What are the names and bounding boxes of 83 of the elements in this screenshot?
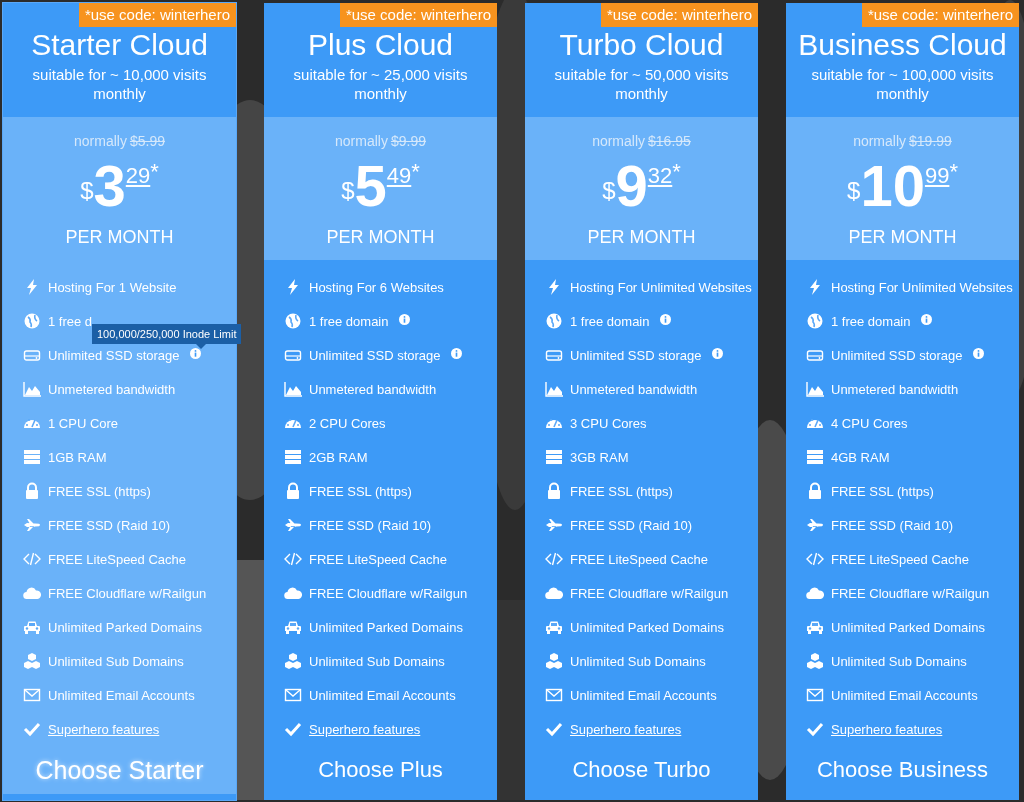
feature-text: Unlimited Parked Domains bbox=[831, 619, 985, 635]
feature-text: Unlimited Email Accounts bbox=[570, 687, 717, 703]
period-label: PER MONTH bbox=[326, 227, 435, 249]
feature-text: FREE Cloudflare w/Railgun bbox=[309, 585, 468, 601]
plan-subtitle: suitable for ~ 25,000 visits monthly bbox=[292, 65, 469, 103]
feature-text: Unlimited Email Accounts bbox=[48, 687, 195, 703]
choose-button[interactable]: Choose Plus bbox=[314, 755, 447, 786]
feature-text: Unmetered bandwidth bbox=[309, 381, 437, 397]
feature-text: FREE LiteSpeed Cache bbox=[831, 551, 970, 567]
plan-title: Business Cloud bbox=[798, 28, 1007, 62]
feature-text: Unlimited SSD storage bbox=[48, 347, 180, 363]
period-label: PER MONTH bbox=[65, 227, 174, 249]
features-link[interactable]: Superhero features bbox=[309, 721, 421, 737]
feature-text: 1 free d bbox=[48, 313, 93, 329]
old-price: $5.99 bbox=[129, 133, 165, 150]
feature-text: Unlimited Parked Domains bbox=[48, 619, 202, 635]
feature-text: Hosting For Unlimited Websites bbox=[570, 279, 752, 295]
feature-text: Unlimited Sub Domains bbox=[48, 653, 184, 669]
feature-text: 1 free domain bbox=[831, 313, 911, 329]
feature-text: Unlimited Parked Domains bbox=[570, 619, 724, 635]
plan-title: Plus Cloud bbox=[307, 28, 454, 62]
feature-text: Hosting For Unlimited Websites bbox=[831, 279, 1013, 295]
feature-text: Unlimited Email Accounts bbox=[309, 687, 456, 703]
feature-text: 1 CPU Core bbox=[48, 415, 119, 431]
feature-text: FREE LiteSpeed Cache bbox=[570, 551, 709, 567]
normally-label: normally bbox=[592, 133, 646, 150]
feature-text: FREE Cloudflare w/Railgun bbox=[570, 585, 729, 601]
feature-text: Unlimited Email Accounts bbox=[831, 687, 978, 703]
old-price: $9.99 bbox=[390, 133, 426, 150]
feature-text: 1 free domain bbox=[309, 313, 389, 329]
choose-button[interactable]: Choose Turbo bbox=[568, 755, 715, 786]
feature-text: Unlimited Sub Domains bbox=[570, 653, 706, 669]
feature-text: Hosting For 1 Website bbox=[48, 279, 177, 295]
feature-text: FREE SSD (Raid 10) bbox=[570, 517, 693, 533]
feature-text: FREE SSL (https) bbox=[831, 483, 934, 499]
feature-text: FREE SSL (https) bbox=[570, 483, 673, 499]
feature-text: 1 free domain bbox=[570, 313, 650, 329]
feature-text: Hosting For 6 Websites bbox=[309, 279, 444, 295]
feature-text: Unlimited Parked Domains bbox=[309, 619, 463, 635]
feature-text: 3GB RAM bbox=[570, 449, 629, 465]
feature-text: FREE SSD (Raid 10) bbox=[309, 517, 432, 533]
plan-title: Turbo Cloud bbox=[559, 28, 724, 62]
old-price: $19.99 bbox=[909, 133, 952, 150]
feature-text: Unmetered bandwidth bbox=[831, 381, 959, 397]
promo-badge: *use code: winterhero bbox=[861, 3, 1019, 27]
feature-text: 2GB RAM bbox=[309, 449, 368, 465]
feature-text: FREE SSD (Raid 10) bbox=[48, 517, 171, 533]
feature-text: FREE LiteSpeed Cache bbox=[309, 551, 448, 567]
feature-text: FREE LiteSpeed Cache bbox=[48, 551, 187, 567]
features-link[interactable]: Superhero features bbox=[831, 721, 943, 737]
feature-text: Unmetered bandwidth bbox=[48, 381, 176, 397]
plan-subtitle: suitable for ~ 10,000 visits monthly bbox=[31, 65, 208, 103]
plan-subtitle: suitable for ~ 100,000 visits monthly bbox=[810, 65, 995, 103]
promo-badge: *use code: winterhero bbox=[600, 3, 758, 27]
normally-label: normally bbox=[335, 133, 388, 150]
plan-subtitle: suitable for ~ 50,000 visits monthly bbox=[553, 65, 730, 103]
period-label: PER MONTH bbox=[587, 227, 696, 249]
old-price: $16.95 bbox=[648, 133, 691, 150]
feature-text: FREE SSL (https) bbox=[48, 483, 151, 499]
features-link[interactable]: Superhero features bbox=[48, 721, 160, 737]
normally-label: normally bbox=[74, 133, 127, 150]
feature-text: 2 CPU Cores bbox=[309, 415, 386, 431]
feature-text: 4GB RAM bbox=[831, 449, 890, 465]
feature-text: 1GB RAM bbox=[48, 449, 107, 465]
feature-text: FREE SSD (Raid 10) bbox=[831, 517, 954, 533]
feature-text: FREE SSL (https) bbox=[309, 483, 412, 499]
feature-text: FREE Cloudflare w/Railgun bbox=[48, 585, 207, 601]
promo-badge: *use code: winterhero bbox=[339, 3, 497, 27]
features-link[interactable]: Superhero features bbox=[570, 721, 682, 737]
feature-text: 3 CPU Cores bbox=[570, 415, 647, 431]
feature-text: Unlimited Sub Domains bbox=[309, 653, 445, 669]
feature-text: Unlimited SSD storage bbox=[570, 347, 702, 363]
feature-text: Unlimited Sub Domains bbox=[831, 653, 967, 669]
feature-text: Unmetered bandwidth bbox=[570, 381, 698, 397]
plan-title: Starter Cloud bbox=[31, 28, 208, 62]
promo-badge: *use code: winterhero bbox=[78, 3, 236, 27]
normally-label: normally bbox=[853, 133, 907, 150]
period-label: PER MONTH bbox=[848, 227, 957, 249]
feature-text: Unlimited SSD storage bbox=[309, 347, 441, 363]
choose-button[interactable]: Choose Business bbox=[812, 755, 993, 786]
feature-text: 4 CPU Cores bbox=[831, 415, 908, 431]
feature-text: FREE Cloudflare w/Railgun bbox=[831, 585, 990, 601]
feature-text: Unlimited SSD storage bbox=[831, 347, 963, 363]
